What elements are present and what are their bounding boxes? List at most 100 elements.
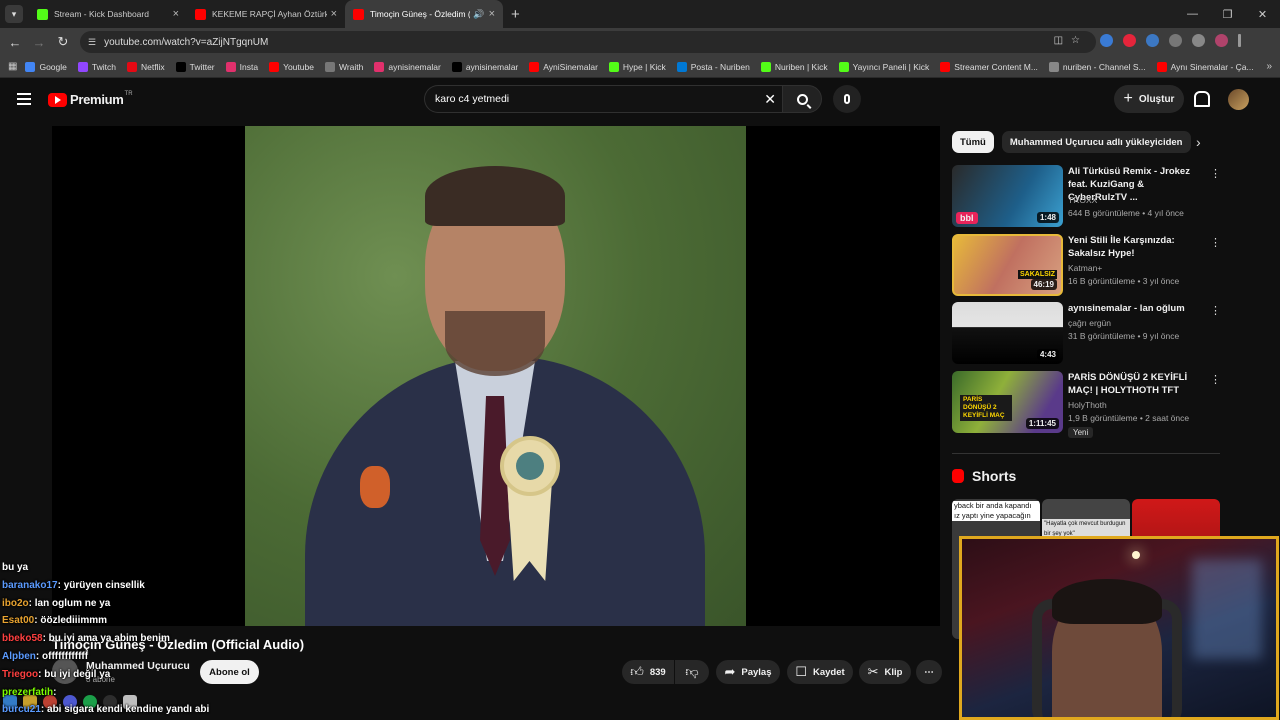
create-button[interactable]: + Oluştur	[1114, 85, 1184, 113]
forward-icon[interactable]: →	[27, 35, 51, 50]
close-tab-icon[interactable]: ×	[173, 8, 179, 20]
close-window-icon[interactable]: ✕	[1245, 0, 1280, 28]
recommended-video[interactable]: 4:43 aynısinemalar - lan oğlum çağrı erg…	[952, 302, 1222, 364]
chat-username: prezerfatih	[2, 687, 54, 698]
chat-message: Triegoo: bu iyi değil ya	[2, 669, 110, 680]
recommended-video[interactable]: PARİS DÖNÜŞÜ 2 KEYİFLİ MAÇ 1:11:45 PARİS…	[952, 371, 1222, 438]
puzzle-icon[interactable]	[1169, 34, 1182, 47]
chat-text: : offffffffffff	[35, 651, 89, 662]
tab-kekeme-rapci[interactable]: KEKEME RAPÇİ Ayhan Öztürk Y ×	[187, 0, 345, 28]
bookmark-item[interactable]: Hype | Kick	[608, 61, 666, 72]
share-button[interactable]: ➦ Paylaş	[716, 660, 780, 684]
reload-icon[interactable]: ↻	[51, 34, 75, 50]
extension-icon[interactable]	[1100, 34, 1113, 47]
dislike-button[interactable]: 👎︎	[675, 660, 709, 684]
more-vertical-icon[interactable]: ⋮	[1210, 167, 1221, 180]
back-icon[interactable]: ←	[3, 35, 27, 50]
profile-icon[interactable]	[1215, 34, 1228, 47]
close-tab-icon[interactable]: ×	[489, 8, 495, 20]
clip-button[interactable]: ✂ Klip	[859, 660, 911, 684]
recommended-video[interactable]: bbl 1:48 Ali Türküsü Remix - Jrokez feat…	[952, 165, 1222, 227]
tab-kick-dashboard[interactable]: Stream - Kick Dashboard ×	[29, 0, 187, 28]
bookmark-favicon-icon	[1048, 61, 1059, 72]
bookmark-favicon-icon	[25, 61, 36, 72]
subscribe-button[interactable]: Abone ol	[200, 660, 259, 684]
filter-chips: Tümü Muhammed Uçurucu adlı yükleyiciden	[952, 131, 1191, 153]
tab-search-button[interactable]: ▾	[5, 5, 23, 23]
bookmark-item[interactable]: aynisinemalar	[374, 61, 441, 72]
site-info-icon[interactable]: ☰	[88, 37, 96, 48]
youtube-play-logo-icon	[48, 92, 67, 107]
video-thumbnail[interactable]: PARİS DÖNÜŞÜ 2 KEYİFLİ MAÇ 1:11:45	[952, 371, 1063, 433]
apps-grid-icon[interactable]: ▦	[8, 61, 17, 72]
more-actions-button[interactable]: ⋯	[916, 660, 942, 684]
video-player[interactable]	[52, 126, 940, 626]
thumbs-down-icon: 👎︎	[685, 664, 699, 679]
chat-text: bu ya	[2, 562, 29, 573]
chevron-right-icon[interactable]: ›	[1196, 134, 1201, 150]
search-button[interactable]	[782, 85, 822, 113]
divider	[952, 453, 1220, 454]
voice-search-button[interactable]	[833, 85, 861, 113]
bookmark-favicon-icon	[760, 61, 771, 72]
chat-message: Alpben: offffffffffff	[2, 651, 88, 662]
address-bar[interactable]: ☰ youtube.com/watch?v=aZijNTgqnUM ◫☆	[80, 31, 1096, 53]
hamburger-menu-icon[interactable]	[17, 93, 31, 105]
restore-icon[interactable]: ❐	[1210, 0, 1245, 28]
chat-username: Esat00	[2, 615, 35, 626]
shield-icon[interactable]	[1146, 34, 1159, 47]
bookmark-item[interactable]: Youtube	[269, 61, 314, 72]
bookmark-item[interactable]: Twitch	[77, 61, 116, 72]
bookmark-favicon-icon	[324, 61, 335, 72]
clear-search-icon[interactable]: ✕	[764, 91, 776, 108]
bookmark-item[interactable]: Google	[25, 61, 67, 72]
bookmark-item[interactable]: Posta - Nuriben	[676, 61, 750, 72]
bookmark-item[interactable]: Aynı Sinemalar - Ça...	[1156, 61, 1254, 72]
menu-kebab-icon[interactable]	[1238, 34, 1241, 47]
recommended-video[interactable]: SAKALSIZ 46:19 Yeni Stili İle Karşınızda…	[952, 234, 1222, 296]
browser-toolbar: ← → ↻ ☰ youtube.com/watch?v=aZijNTgqnUM …	[0, 28, 1280, 56]
youtube-premium-logo[interactable]: Premium TR	[48, 91, 133, 107]
bookmark-star-icon[interactable]: ◫☆	[1054, 35, 1088, 46]
video-thumbnail[interactable]: bbl 1:48	[952, 165, 1063, 227]
bookmark-item[interactable]: Netflix	[126, 61, 165, 72]
bookmark-item[interactable]: AyniSinemalar	[529, 61, 598, 72]
bookmark-item[interactable]: Insta	[225, 61, 258, 72]
bookmark-item[interactable]: Nuriben | Kick	[760, 61, 828, 72]
like-button[interactable]: 👍︎ 839	[622, 660, 674, 684]
bookmark-item[interactable]: Twitter	[175, 61, 215, 72]
bookmark-item[interactable]: Streamer Content M...	[940, 61, 1038, 72]
video-thumbnail[interactable]: SAKALSIZ 46:19	[952, 234, 1063, 296]
more-vertical-icon[interactable]: ⋮	[1210, 373, 1221, 386]
chat-message: bbeko58: bu iyi ama ya abim benim	[2, 633, 170, 644]
media-control-icon[interactable]	[1192, 34, 1205, 47]
video-thumbnail[interactable]: 4:43	[952, 302, 1063, 364]
bookmarks-bar: ▦ Google Twitch Netflix Twitter Insta Youtube…	[0, 56, 1280, 78]
avatar[interactable]	[1228, 89, 1249, 110]
more-vertical-icon[interactable]: ⋮	[1210, 236, 1221, 249]
minimize-icon[interactable]: —	[1175, 0, 1210, 28]
search-input[interactable]: karo c4 yetmedi ✕	[424, 85, 784, 113]
close-tab-icon[interactable]: ×	[331, 8, 337, 20]
extension-icon[interactable]	[1123, 34, 1136, 47]
bookmark-favicon-icon	[838, 61, 849, 72]
youtube-header: Premium TR karo c4 yetmedi ✕ + Oluştur	[0, 78, 1280, 122]
new-tab-button[interactable]: +	[511, 6, 520, 23]
bookmark-favicon-icon	[374, 61, 385, 72]
bookmark-item[interactable]: Yayıncı Paneli | Kick	[838, 61, 929, 72]
chat-username: Alpben	[2, 651, 36, 662]
bookmark-item[interactable]: Wraith	[324, 61, 363, 72]
chip-all[interactable]: Tümü	[952, 131, 994, 153]
bookmark-item[interactable]: nuriben - Channel S...	[1048, 61, 1146, 72]
save-button[interactable]: ☐ Kaydet	[787, 660, 853, 684]
chip-from-uploader[interactable]: Muhammed Uçurucu adlı yükleyiciden	[1001, 131, 1191, 153]
more-bookmarks-icon[interactable]: »	[1266, 61, 1272, 72]
bookmark-favicon-icon	[608, 61, 619, 72]
more-vertical-icon[interactable]: ⋮	[1210, 304, 1221, 317]
bookmark-item[interactable]: aynisinemalar	[451, 61, 518, 72]
notifications-bell-icon[interactable]	[1193, 91, 1210, 107]
audio-playing-icon[interactable]: 🔊	[473, 9, 484, 20]
bookmark-favicon-icon	[175, 61, 186, 72]
window-controls: — ❐ ✕	[1175, 0, 1280, 28]
tab-timocin-gunes[interactable]: Timoçin Güneş - Özledim ( 🔊 ×	[345, 0, 503, 28]
